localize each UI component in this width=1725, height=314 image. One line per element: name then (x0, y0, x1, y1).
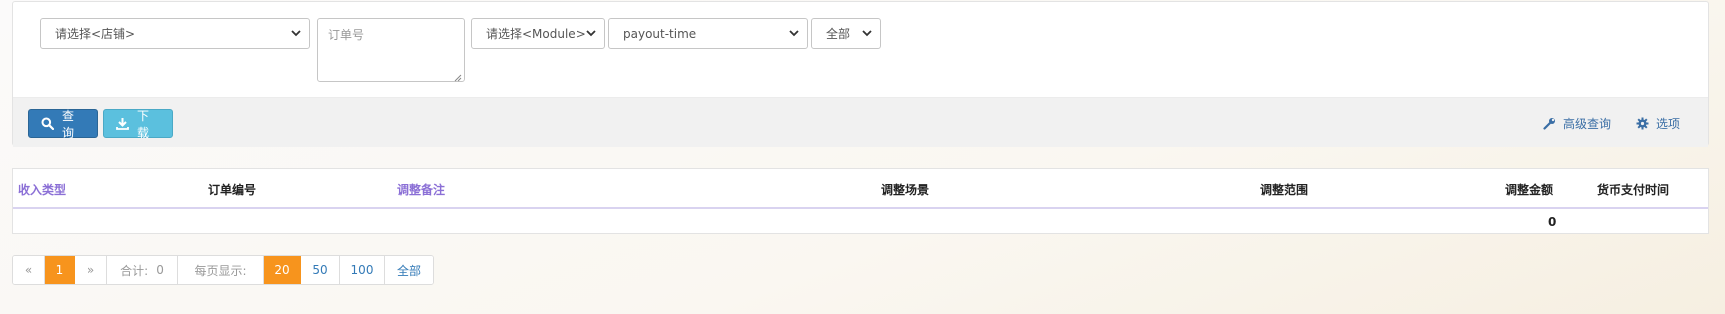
order-number-input[interactable]: 订单号 (317, 18, 465, 82)
scope-select[interactable]: 全部 (811, 18, 881, 49)
page-size-50[interactable]: 50 (301, 256, 340, 284)
page-size-100[interactable]: 100 (340, 256, 385, 284)
resize-grip-icon[interactable] (454, 71, 462, 82)
column-header-adjust-amount: 调整金额 (1505, 183, 1554, 197)
chevron-down-icon (291, 28, 301, 38)
pager-total-label: 合计: (120, 263, 149, 278)
column-header-adjust-scene: 调整场景 (881, 183, 930, 197)
column-header-pay-time: 支付时间 (1621, 183, 1670, 197)
pager-prev[interactable]: « (13, 256, 45, 284)
time-type-select-value: payout-time (623, 26, 697, 41)
module-select[interactable]: 请选择<Module> (471, 18, 605, 49)
query-button-label: 查询 (62, 108, 75, 140)
chevron-down-icon (789, 28, 799, 38)
module-select-value: 请选择<Module> (486, 27, 586, 41)
results-table: 收入类型 订单编号 调整备注 调整场景 调整范围 调整金额 货币 支付时间 0 (12, 168, 1709, 234)
scope-select-value: 全部 (826, 27, 851, 41)
time-type-select[interactable]: payout-time (608, 18, 808, 49)
chevron-down-icon (862, 28, 872, 38)
page-size-20[interactable]: 20 (264, 256, 301, 284)
download-button[interactable]: 下载 (103, 108, 173, 140)
wrench-icon (1543, 117, 1556, 130)
pager-total-value: 0 (156, 263, 164, 277)
chevron-down-icon (586, 28, 596, 38)
options-link[interactable]: 选项 (1636, 115, 1680, 132)
column-header-currency: 货币 (1597, 183, 1622, 197)
store-select[interactable]: 请选择<店铺> (40, 18, 310, 49)
pagination: « 1 » 合计: 0 每页显示: 20 50 100 全部 (12, 255, 434, 285)
store-select-value: 请选择<店铺> (55, 27, 136, 41)
pager-next[interactable]: » (75, 256, 107, 284)
search-icon (41, 117, 54, 130)
page-size-all[interactable]: 全部 (385, 256, 433, 284)
column-header-adjust-note[interactable]: 调整备注 (397, 181, 445, 198)
column-header-income-type[interactable]: 收入类型 (18, 181, 66, 198)
summary-adjust-amount: 0 (1548, 215, 1557, 229)
download-button-label: 下载 (137, 108, 150, 140)
query-button[interactable]: 查询 (28, 108, 98, 140)
pager-current-page[interactable]: 1 (45, 256, 75, 284)
advanced-query-link[interactable]: 高级查询 (1543, 115, 1611, 132)
advanced-query-label: 高级查询 (1563, 117, 1612, 131)
header-divider (13, 207, 1708, 209)
column-header-order-no: 订单编号 (208, 183, 257, 197)
action-bar: 查询 下载 高级查询 选项 (13, 97, 1708, 147)
column-header-adjust-range: 调整范围 (1260, 183, 1309, 197)
pager-per-page-label: 每页显示: (178, 256, 264, 284)
filter-panel: 请选择<店铺> 订单号 请选择<Module> payout-time 全部 查… (12, 1, 1709, 147)
download-icon (116, 117, 129, 130)
gear-icon (1636, 117, 1649, 130)
pager-total: 合计: 0 (107, 256, 178, 284)
options-label: 选项 (1656, 117, 1681, 131)
order-number-placeholder: 订单号 (328, 28, 365, 42)
